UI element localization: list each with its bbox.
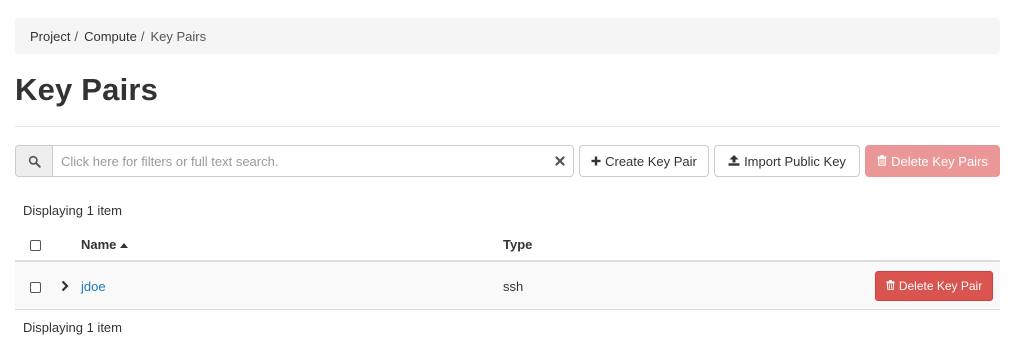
delete-key-pair-label: Delete Key Pair [898, 279, 983, 293]
plus-icon [591, 154, 605, 169]
select-all-checkbox[interactable] [30, 240, 41, 251]
item-count-top: Displaying 1 item [23, 203, 122, 218]
row-checkbox[interactable] [30, 282, 41, 293]
delete-key-pair-button[interactable]: Delete Key Pair [875, 271, 993, 301]
breadcrumb-item-compute[interactable]: Compute [84, 29, 137, 44]
delete-key-pairs-label: Delete Key Pairs [891, 153, 988, 169]
breadcrumb-item-key-pairs: Key Pairs [150, 28, 207, 44]
breadcrumb: Project / Compute / Key Pairs [15, 18, 1000, 54]
import-public-key-button[interactable]: Import Public Key [714, 145, 860, 177]
search-input[interactable] [53, 146, 547, 176]
chevron-right-icon[interactable] [61, 279, 69, 297]
title-divider [15, 126, 1000, 127]
column-header-name[interactable]: Name [81, 237, 129, 252]
column-header-name-label: Name [81, 237, 117, 252]
key-pair-name-link[interactable]: jdoe [81, 279, 106, 294]
create-key-pair-button[interactable]: Create Key Pair [579, 145, 709, 177]
search-icon[interactable] [16, 146, 53, 176]
trash-icon [877, 154, 891, 169]
table-row: jdoe ssh Delete Key Pair [15, 262, 1000, 310]
upload-icon [728, 154, 744, 169]
trash-icon [886, 279, 899, 293]
create-key-pair-label: Create Key Pair [605, 153, 697, 169]
column-header-type[interactable]: Type [503, 237, 532, 252]
delete-key-pairs-button[interactable]: Delete Key Pairs [865, 145, 1000, 177]
search-bar [15, 145, 574, 177]
close-icon[interactable] [547, 146, 573, 176]
import-public-key-label: Import Public Key [744, 153, 846, 169]
item-count-bottom: Displaying 1 item [23, 320, 122, 335]
sort-up-icon [116, 237, 129, 252]
key-pair-type: ssh [503, 279, 524, 294]
breadcrumb-item-project[interactable]: Project [30, 29, 70, 44]
table-header: Name Type [15, 230, 1000, 262]
breadcrumb-separator: / [140, 28, 145, 44]
page-title: Key Pairs [15, 72, 159, 107]
breadcrumb-separator: / [74, 28, 79, 44]
